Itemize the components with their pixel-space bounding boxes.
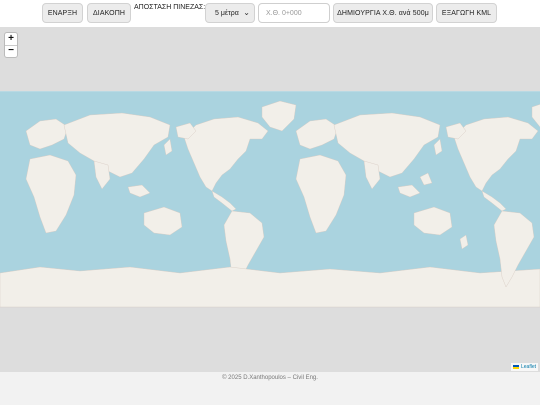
zoom-control: + −: [4, 32, 18, 58]
world-map-tiles[interactable]: [0, 27, 540, 372]
footer-text: © 2025 D.Xanthopoulos – Civil Eng.: [222, 375, 318, 381]
chainage-input[interactable]: Χ.Θ. 0+000: [258, 3, 330, 23]
zoom-out-button[interactable]: −: [5, 45, 17, 57]
create-chainage-button[interactable]: ΔΗΜΙΟΥΡΓΙΑ Χ.Θ. ανά 500μ: [333, 3, 433, 23]
chevron-down-icon: ⌄: [243, 8, 250, 17]
pin-distance-select[interactable]: 5 μέτρα ⌄: [205, 3, 255, 23]
map[interactable]: + − Leaflet: [0, 27, 540, 372]
pin-distance-value: 5 μέτρα: [215, 9, 239, 17]
pin-distance-label: ΑΠΟΣΤΑΣΗ ΠΙΝΕΖΑΣ:: [134, 4, 206, 11]
leaflet-link[interactable]: Leaflet: [521, 364, 536, 370]
stop-button[interactable]: ΔΙΑΚΟΠΗ: [87, 3, 131, 23]
export-kml-button[interactable]: ΕΞΑΓΩΓΗ KML: [436, 3, 497, 23]
start-button[interactable]: ΕΝΑΡΞΗ: [42, 3, 83, 23]
toolbar: ΕΝΑΡΞΗ ΔΙΑΚΟΠΗ ΑΠΟΣΤΑΣΗ ΠΙΝΕΖΑΣ: 5 μέτρα…: [0, 0, 540, 27]
ukraine-flag-icon: [512, 365, 519, 369]
map-attribution: Leaflet: [510, 363, 538, 371]
